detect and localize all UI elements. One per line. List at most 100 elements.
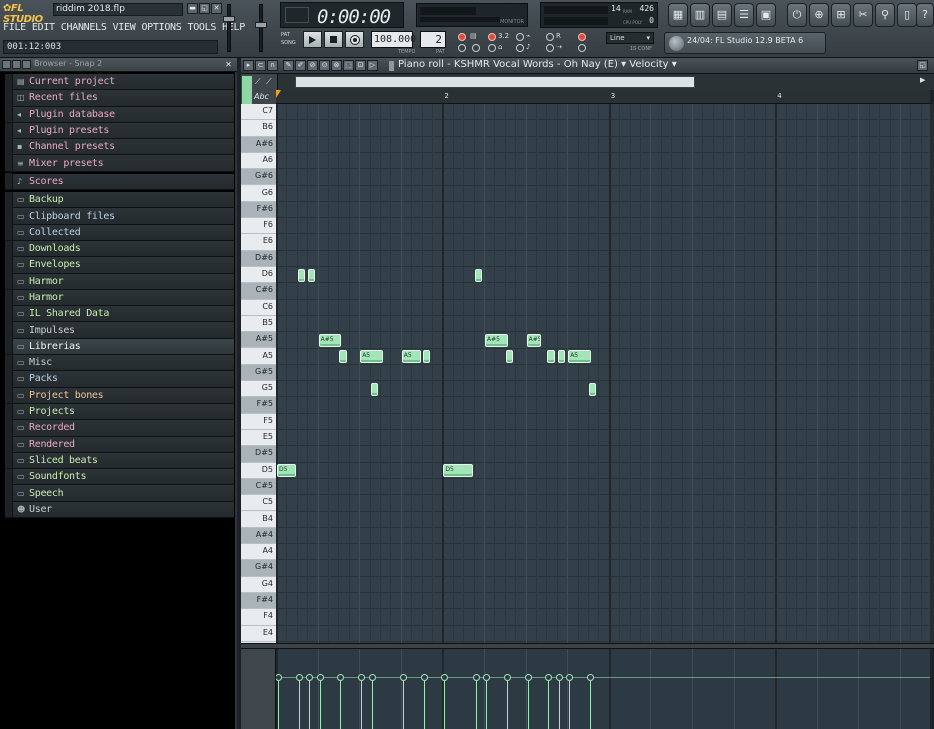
piano-key[interactable]: C7 [241,104,276,121]
menu-edit[interactable]: EDIT [32,20,55,36]
pattern-icon[interactable]: 3.2 [498,32,509,40]
scroll-right-icon[interactable]: ▶ [920,76,930,88]
piano-roll-icon[interactable]: ▥ [690,3,710,27]
piano-key[interactable]: A6 [241,152,276,170]
velocity-handle[interactable] [368,674,376,681]
piano-key[interactable]: C6 [241,299,276,316]
countdown-icon[interactable]: ▤ [470,32,477,40]
expand-arrow-icon[interactable] [5,89,13,106]
mixer-icon[interactable]: ☰ [734,3,754,27]
restore-icon[interactable]: ◱ [199,3,210,14]
browser-item[interactable]: ▭ Downloads [5,240,234,258]
piano-key[interactable]: G6 [241,185,276,202]
menu-file[interactable]: FILE [3,20,26,36]
browser-item[interactable]: ▭ Misc [5,354,234,372]
piano-key[interactable]: A#6 [241,136,276,153]
velocity-handle[interactable] [337,674,345,681]
piano-key[interactable]: E4 [241,625,276,642]
note[interactable] [422,350,430,363]
tempo-tap-icon[interactable]: ⊕ [809,3,829,27]
master-volume-thumb[interactable] [223,16,235,22]
expand-arrow-icon[interactable] [5,155,13,172]
piano-key[interactable]: G#4 [241,560,276,577]
browser-back-icon[interactable] [12,60,21,69]
velocity-stem[interactable] [295,674,303,729]
expand-arrow-icon[interactable] [5,371,13,387]
browser-item[interactable]: ▭ Clipboard files [5,208,234,225]
arrow-icon[interactable] [546,44,554,52]
expand-arrow-icon[interactable] [5,138,13,155]
velocity-stem[interactable] [566,674,574,729]
piano-key[interactable]: F4 [241,609,276,626]
help-icon[interactable]: ? [916,3,934,27]
key-labels-toggle[interactable]: Abc [254,92,269,101]
minimize-icon[interactable]: ▬ [187,3,198,14]
redo-icon[interactable] [546,33,554,41]
piano-key[interactable]: B6 [241,120,276,137]
velocity-handle[interactable] [276,674,282,681]
slice-icon[interactable]: ⊙ [319,60,330,71]
note[interactable]: A#5 [318,333,342,347]
expand-arrow-icon[interactable] [5,273,13,290]
velocity-handle[interactable] [472,674,480,681]
piano-key[interactable]: G5 [241,381,276,398]
snap-dropdown[interactable]: Line ▾ [606,32,654,44]
link-icon[interactable] [578,44,586,52]
note-icon[interactable]: ♪ [526,43,530,51]
channel-rack-icon[interactable]: ▤ [712,3,732,27]
expand-arrow-icon[interactable] [5,419,13,436]
piano-roll-title[interactable]: Piano roll - KSHMR Vocal Words - Oh Nay … [398,59,677,70]
pattern-number[interactable]: 2 [420,31,446,48]
note[interactable] [308,268,316,282]
expand-arrow-icon[interactable] [5,485,13,502]
master-pitch-slider[interactable] [259,4,263,52]
multilink-icon[interactable] [578,33,586,41]
typing-keyboard-icon[interactable] [458,33,466,41]
step-edit-icon[interactable] [488,33,496,41]
detach-icon[interactable]: ◱ [917,60,928,71]
play-button[interactable] [303,31,322,48]
browser-item[interactable]: ▭ Harmor [5,289,234,307]
expand-arrow-icon[interactable] [5,289,13,306]
velocity-stem[interactable] [316,674,324,729]
render-icon[interactable]: ⊞ [831,3,851,27]
piano-key[interactable]: C5 [241,495,276,512]
vertical-scrollbar[interactable] [930,104,934,643]
browser-item[interactable]: ▭ Packs [5,371,234,388]
velocity-stem[interactable] [524,674,532,729]
browser-item[interactable]: ▭ Speech [5,485,234,502]
piano-key[interactable]: D#6 [241,250,276,267]
master-volume-slider[interactable] [227,4,231,52]
browser-item[interactable]: ▭ Projects [5,403,234,421]
velocity-handle[interactable] [306,674,314,681]
browser-item[interactable]: ▭ Backup [5,191,234,209]
browser-item[interactable]: ▭ Librerias [5,338,234,356]
piano-key[interactable]: E6 [241,234,276,251]
note[interactable] [370,382,378,396]
velocity-stem[interactable] [276,674,282,729]
expand-arrow-icon[interactable] [5,224,13,241]
browser-item[interactable]: ▪ Channel presets [5,138,234,156]
note[interactable]: A#5 [485,333,508,347]
piano-key[interactable]: C#6 [241,283,276,300]
magnifier-icon[interactable]: ⚲ [875,3,895,27]
loop-icon[interactable] [488,44,496,52]
note[interactable] [297,268,306,282]
note[interactable]: A5 [360,350,384,363]
velocity-stem[interactable] [358,674,366,729]
browser-item[interactable]: ☻ User [5,501,234,519]
browser-item[interactable]: ▭ Envelopes [5,256,234,274]
note-grid[interactable]: A#5 A5 A5 D5 D5 A#5 A#5 A5 [276,104,930,643]
piano-key[interactable]: A#5 [241,332,276,349]
note[interactable]: D5 [277,464,296,478]
browser-item[interactable]: ▭ Recorded [5,419,234,437]
delete-tool-icon[interactable]: ⊗ [331,60,342,71]
browser-item[interactable]: ≡ Mixer presets [5,155,234,172]
piano-key[interactable]: A#4 [241,527,276,545]
velocity-stem[interactable] [368,674,376,729]
note[interactable] [339,350,347,363]
expand-arrow-icon[interactable] [5,191,13,208]
piano-key[interactable]: D5 [241,462,276,479]
mute-tool-icon[interactable]: ⊘ [307,60,318,71]
browser-forward-icon[interactable] [22,60,31,69]
